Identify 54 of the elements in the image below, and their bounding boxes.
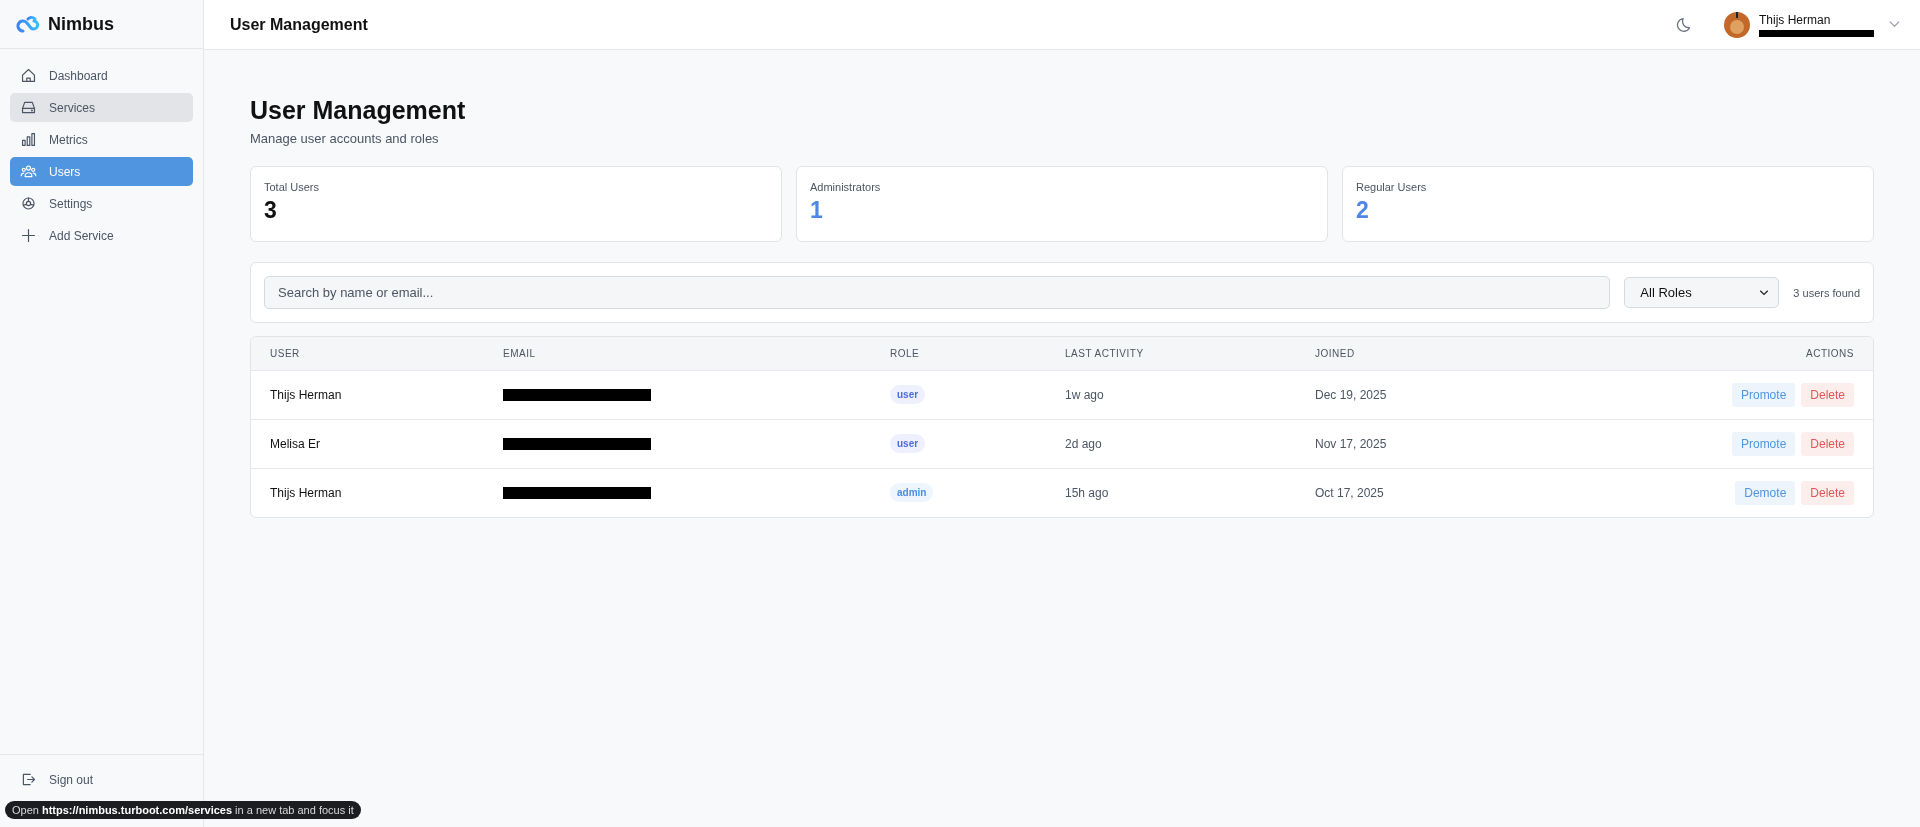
column-header: EMAIL — [484, 337, 871, 370]
delete-button[interactable]: Delete — [1801, 382, 1854, 407]
logout-icon — [20, 771, 37, 788]
sign-out-link[interactable]: Sign out — [10, 765, 193, 794]
table-cell: Oct 17, 2025 — [1296, 468, 1526, 517]
table-cell: 2d ago — [1046, 419, 1296, 468]
table-cell: 15h ago — [1046, 468, 1296, 517]
stat-value: 3 — [264, 197, 278, 224]
cloud-logo-icon — [16, 14, 42, 34]
table-cell: Dec 19, 2025 — [1296, 370, 1526, 419]
search-field[interactable]: Search by name or email... — [264, 276, 1611, 309]
delete-button[interactable]: Delete — [1801, 480, 1854, 505]
page-subtitle: Manage user accounts and roles — [250, 131, 440, 146]
nav-item[interactable]: Dashboard — [10, 61, 193, 90]
nav-item[interactable]: Add Service — [10, 221, 193, 250]
stat-value: 1 — [810, 197, 824, 224]
stat-label: Regular Users — [1356, 181, 1428, 193]
nav-item[interactable]: Metrics — [10, 125, 193, 154]
stat-value: 2 — [1356, 197, 1370, 224]
users-icon — [20, 163, 37, 180]
bar-chart-icon — [20, 131, 37, 148]
column-header: ACTIONS — [1525, 337, 1873, 370]
role-select[interactable]: All Roles — [1624, 277, 1780, 308]
home-icon — [20, 67, 37, 84]
chevron-down-icon — [1889, 21, 1900, 28]
column-header: USER — [251, 337, 484, 370]
chevron-down-icon — [1759, 289, 1770, 296]
table-cell: 1w ago — [1046, 370, 1296, 419]
gear-icon — [20, 195, 37, 212]
page-header-title: User Management — [230, 15, 368, 34]
page-title: User Management — [250, 96, 467, 125]
role-badge: admin — [890, 483, 934, 503]
link-tooltip: Open https://nimbus.turboot.com/services in a new tab and focus it — [5, 801, 361, 819]
column-header: ROLE — [871, 337, 1046, 370]
nav-item[interactable]: Services — [10, 93, 193, 122]
stat-label: Total Users — [264, 181, 321, 193]
drive-icon — [20, 99, 37, 116]
brand-name: Nimbus — [48, 13, 114, 35]
column-header: LAST ACTIVITY — [1046, 337, 1296, 370]
delete-button[interactable]: Delete — [1801, 431, 1854, 456]
table-cell: Melisa Er — [251, 419, 484, 468]
plus-icon — [20, 227, 37, 244]
stat-label: Administrators — [810, 181, 882, 193]
table-cell: Thijs Herman — [251, 468, 484, 517]
user-menu[interactable]: Thijs Herman — [1724, 11, 1900, 38]
avatar — [1724, 11, 1750, 38]
user-name: Thijs Herman — [1759, 12, 1832, 27]
table-cell: Thijs Herman — [251, 370, 484, 419]
column-header: JOINED — [1296, 337, 1526, 370]
nav-item[interactable]: Settings — [10, 189, 193, 218]
result-count: 3 users found — [1793, 286, 1860, 299]
table-cell: Nov 17, 2025 — [1296, 419, 1526, 468]
role-badge: user — [890, 434, 926, 453]
role-badge: user — [890, 385, 926, 404]
